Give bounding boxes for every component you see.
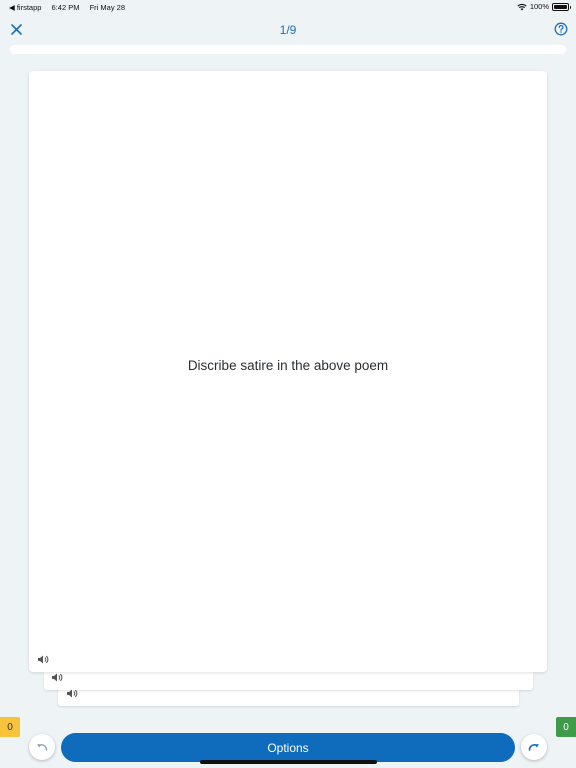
- speaker-icon[interactable]: [37, 654, 49, 665]
- status-date: Fri May 28: [89, 3, 126, 12]
- page-counter: 1/9: [279, 23, 297, 37]
- speaker-icon[interactable]: [51, 672, 63, 683]
- progress-track: [10, 45, 566, 54]
- battery-fill: [554, 4, 567, 9]
- redo-icon: [528, 744, 539, 751]
- flashcard[interactable]: Discribe satire in the above poem: [29, 71, 547, 672]
- back-to-app-link[interactable]: ◀ firstapp: [9, 3, 41, 12]
- flashcard-question: Discribe satire in the above poem: [187, 358, 389, 373]
- progress-fill: [10, 45, 72, 54]
- options-button[interactable]: Options: [61, 733, 515, 762]
- stacked-card-middle: [44, 672, 533, 690]
- undo-icon: [37, 744, 48, 751]
- status-right: 100%: [517, 2, 571, 11]
- wifi-icon: [517, 3, 527, 10]
- battery-icon: [552, 2, 571, 11]
- stacked-card-back: [58, 688, 519, 706]
- home-indicator: [200, 760, 377, 764]
- status-bar: ◀ firstapp 6:42 PM Fri May 28 100%: [0, 0, 576, 14]
- help-circle-icon: [554, 22, 568, 36]
- redo-button[interactable]: [521, 734, 547, 760]
- header: 1/9: [0, 14, 576, 46]
- still-learning-count: 0: [0, 717, 20, 737]
- known-count: 0: [556, 717, 576, 737]
- undo-button[interactable]: [29, 734, 55, 760]
- status-time: 6:42 PM: [51, 3, 80, 12]
- help-button[interactable]: [554, 22, 568, 36]
- status-left: ◀ firstapp 6:42 PM Fri May 28: [9, 3, 133, 12]
- battery-percent: 100%: [529, 2, 549, 11]
